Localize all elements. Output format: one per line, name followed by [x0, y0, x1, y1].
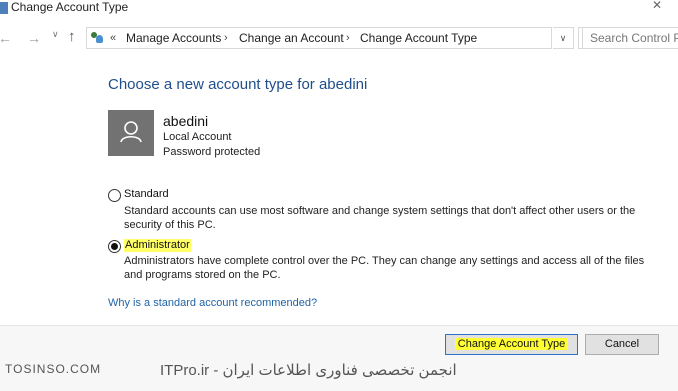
breadcrumb-manage-accounts[interactable]: Manage Accounts: [126, 31, 221, 45]
account-type-label: Local Account: [163, 131, 232, 143]
standard-radio[interactable]: [108, 189, 121, 202]
breadcrumb-change-an-account[interactable]: Change an Account: [239, 31, 344, 45]
breadcrumb-separator-icon: ›: [346, 32, 350, 44]
up-arrow-icon[interactable]: ↑: [68, 28, 76, 45]
recent-locations-chevron-icon[interactable]: ∨: [52, 29, 59, 40]
breadcrumb-separator-icon: ›: [224, 32, 228, 44]
cancel-button[interactable]: Cancel: [585, 334, 659, 355]
administrator-option-label[interactable]: Administrator: [124, 239, 191, 252]
administrator-radio[interactable]: [108, 240, 121, 253]
standard-option-description: Standard accounts can use most software …: [124, 205, 636, 217]
window-title: Change Account Type: [11, 0, 129, 14]
search-placeholder: Search Control Pa: [590, 31, 678, 45]
radio-selected-dot: [111, 243, 118, 250]
standard-option-description-cont: security of this PC.: [124, 219, 216, 231]
administrator-option-description: Administrators have complete control ove…: [124, 255, 645, 267]
address-overflow-icon[interactable]: «: [110, 31, 116, 45]
page-title: Choose a new account type for abedini: [108, 76, 368, 93]
back-arrow-icon[interactable]: ←: [0, 30, 12, 46]
change-account-type-button[interactable]: Change Account Type: [445, 334, 578, 355]
watermark-right: ITPro.ir - انجمن تخصصی فناوری اطلاعات ای…: [160, 362, 457, 379]
forward-arrow-icon[interactable]: →: [27, 30, 41, 46]
why-standard-link[interactable]: Why is a standard account recommended?: [108, 297, 317, 310]
close-window-icon[interactable]: ✕: [652, 0, 662, 12]
user-accounts-icon: [90, 31, 104, 44]
window-app-icon: [0, 2, 8, 14]
standard-option-label[interactable]: Standard: [124, 188, 169, 201]
user-avatar-icon: [108, 110, 154, 156]
watermark-left: TOSINSO.COM: [5, 362, 102, 376]
address-dropdown-chevron-icon[interactable]: ∨: [553, 27, 574, 49]
account-status-label: Password protected: [163, 146, 261, 158]
account-name: abedini: [163, 113, 209, 129]
change-account-type-button-label: Change Account Type: [454, 338, 569, 350]
breadcrumb-change-account-type[interactable]: Change Account Type: [360, 31, 477, 45]
administrator-option-description-cont: and programs stored on the PC.: [124, 269, 281, 281]
